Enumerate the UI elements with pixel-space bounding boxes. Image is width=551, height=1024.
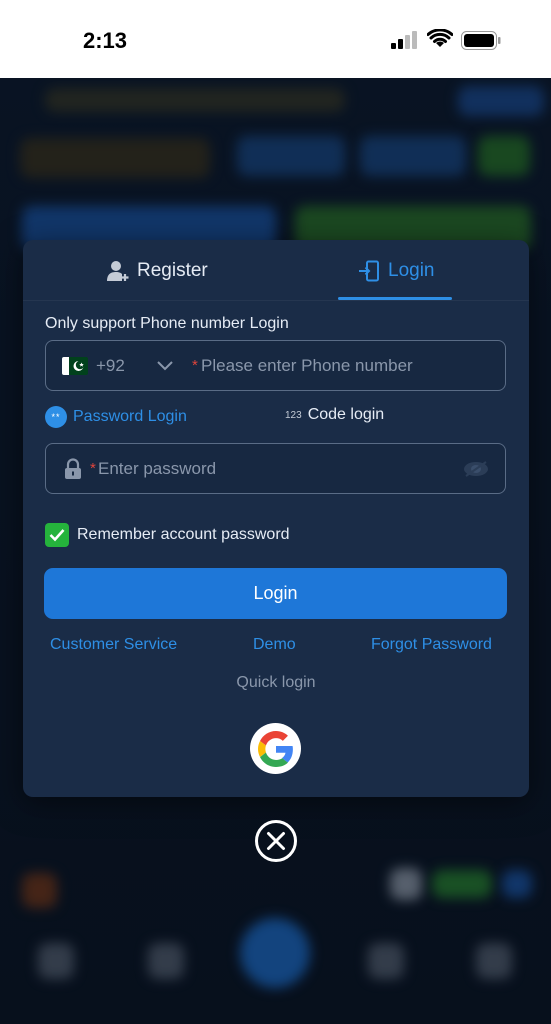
password-field: * <box>45 443 506 494</box>
remember-password-checkbox[interactable]: Remember account password <box>45 523 290 547</box>
password-login-label: Password Login <box>73 408 187 425</box>
support-text: Only support Phone number Login <box>45 315 289 332</box>
tab-register-label: Register <box>137 260 208 281</box>
code-login-label: Code login <box>307 406 385 423</box>
checkbox-checked-icon <box>45 523 69 547</box>
cellular-signal-icon <box>391 31 417 49</box>
phone-input[interactable] <box>191 353 491 379</box>
customer-service-link[interactable]: Customer Service <box>50 636 177 654</box>
tab-login[interactable]: Login <box>358 256 435 286</box>
tab-register[interactable]: Register <box>107 256 208 286</box>
demo-link[interactable]: Demo <box>253 636 296 654</box>
lock-icon <box>65 458 81 479</box>
remember-password-label: Remember account password <box>77 526 290 543</box>
eye-hidden-icon[interactable] <box>462 459 490 479</box>
forgot-password-link[interactable]: Forgot Password <box>371 636 492 654</box>
password-login-option[interactable]: ** Password Login <box>45 406 187 428</box>
login-door-icon <box>359 260 379 282</box>
tab-divider <box>23 300 529 301</box>
password-dots-icon: ** <box>45 406 67 428</box>
google-icon <box>257 730 293 767</box>
login-modal: Register Login Only support Phone number… <box>23 240 529 797</box>
add-user-icon <box>107 261 129 281</box>
numeric-code-icon: 123 <box>285 409 302 421</box>
pakistan-flag-icon <box>62 357 88 375</box>
status-time: 2:13 <box>83 28 128 53</box>
google-login-button[interactable] <box>250 723 301 774</box>
password-input[interactable] <box>98 456 448 482</box>
battery-icon <box>461 31 501 50</box>
country-code-selector[interactable]: +92 <box>96 356 125 376</box>
status-bar: 2:13 <box>0 0 551 78</box>
wifi-icon <box>427 29 453 47</box>
code-login-option[interactable]: 123 Code login <box>285 406 384 424</box>
login-button[interactable]: Login <box>44 568 507 619</box>
password-required-mark: * <box>90 460 96 477</box>
chevron-down-icon[interactable] <box>156 358 174 372</box>
tab-login-label: Login <box>388 260 435 281</box>
phone-field: +92 * <box>45 340 506 391</box>
quick-login-heading: Quick login <box>236 674 316 691</box>
close-modal-button[interactable] <box>254 819 298 863</box>
